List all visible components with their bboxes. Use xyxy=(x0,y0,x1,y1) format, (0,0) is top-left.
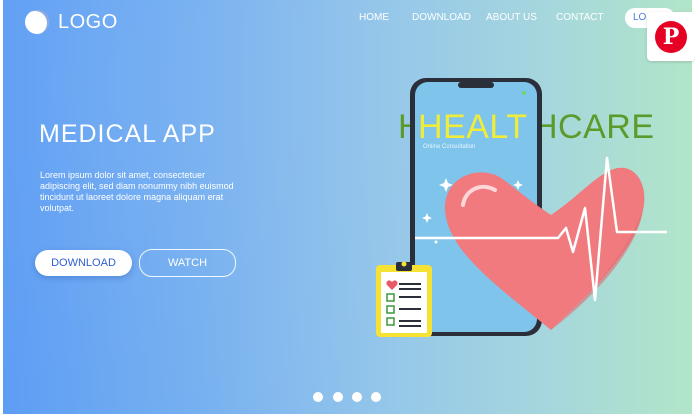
landing-page: LOGO HOME DOWNLOAD ABOUT US CONTACT LO M… xyxy=(3,0,692,414)
slider-dot-2[interactable] xyxy=(333,392,343,402)
word-part-yellow: HEALT xyxy=(418,108,528,146)
pinterest-icon: P xyxy=(655,20,687,53)
healthcare-word-front: HEALT xyxy=(3,108,692,148)
slider-dot-1[interactable] xyxy=(313,392,323,402)
status-dot-icon xyxy=(522,91,526,95)
slider-dot-3[interactable] xyxy=(352,392,362,402)
medical-illustration: Online Consultation xyxy=(376,78,667,337)
phone-notch xyxy=(458,82,494,88)
pinterest-save-button[interactable]: P xyxy=(647,12,695,61)
slider-dot-4[interactable] xyxy=(371,392,381,402)
